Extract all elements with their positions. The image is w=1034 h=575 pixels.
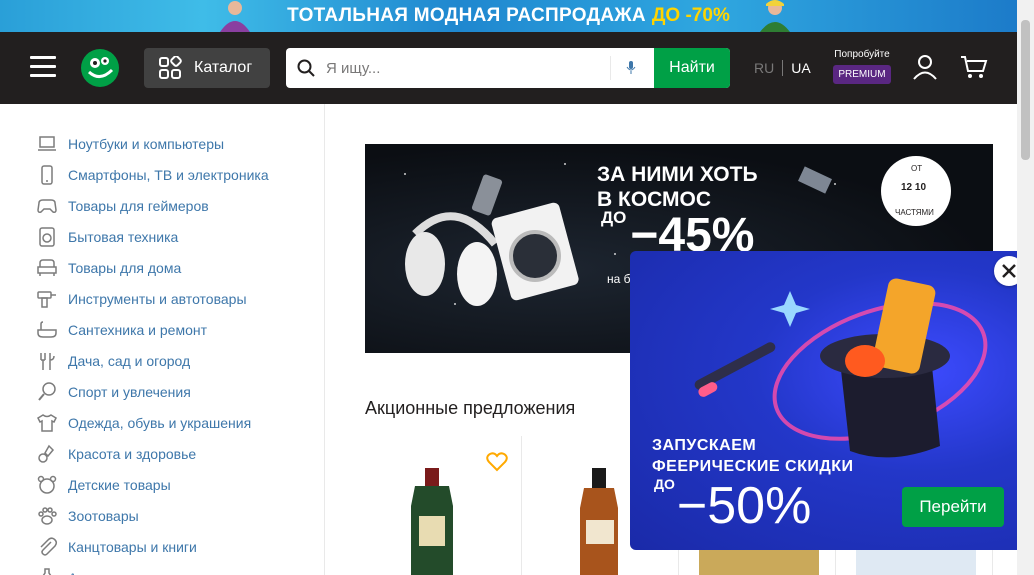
parts-numbers: 12 10 — [901, 182, 927, 193]
sidebar-category-label: Товары для дома — [68, 259, 182, 276]
sidebar-category-item[interactable]: Спорт и увлечения — [0, 376, 324, 407]
smartphone-icon — [41, 164, 53, 185]
sidebar-category-label: Ноутбуки и компьютеры — [68, 135, 225, 152]
header: Каталог Найти RU UA Попробуйте PREMIUM — [0, 32, 1017, 104]
close-icon — [1002, 264, 1016, 278]
popup-discount: ДО−50% — [654, 476, 811, 536]
gamepad-icon — [37, 198, 57, 213]
model-right-image — [760, 0, 790, 32]
sidebar-category-item[interactable]: Сантехника и ремонт — [0, 314, 324, 345]
catalog-label: Каталог — [194, 59, 253, 76]
sidebar-category-item[interactable]: Канцтовары и книги — [0, 531, 324, 562]
search-submit-button[interactable]: Найти — [654, 48, 730, 88]
rozetka-logo-icon[interactable] — [80, 48, 120, 88]
popup-discount-value: −50% — [676, 477, 812, 535]
hero-small-text: на б — [607, 272, 631, 286]
bear-icon — [37, 475, 57, 494]
racket-icon — [38, 381, 56, 401]
sidebar-category-label: Бытовая техника — [68, 228, 179, 245]
armchair-icon — [37, 258, 57, 276]
sidebar-category-item[interactable]: Товары для дома — [0, 252, 324, 283]
user-icon[interactable] — [912, 54, 938, 80]
drill-icon — [37, 290, 56, 308]
sidebar-category-item[interactable]: Дача, сад и огород — [0, 345, 324, 376]
tshirt-icon — [37, 413, 57, 432]
page-scrollbar[interactable] — [1017, 0, 1034, 575]
premium-try-text: Попробуйте — [834, 49, 890, 60]
sidebar-category-label: Одежда, обувь и украшения — [68, 414, 252, 431]
category-sidebar: Ноутбуки и компьютеры Смартфоны, ТВ и эле… — [0, 104, 325, 575]
promo-banner[interactable]: ТОТАЛЬНАЯ МОДНАЯ РАСПРОДАЖА ДО -70% — [0, 0, 1017, 32]
search-icon — [286, 59, 326, 77]
sidebar-category-label: Инструменты и автотовары — [68, 290, 247, 307]
sidebar-category-label: Дача, сад и огород — [68, 352, 191, 369]
lang-ru-link[interactable]: RU — [754, 60, 784, 76]
garden-fork-icon — [40, 352, 55, 370]
popup-go-button[interactable]: Перейти — [902, 487, 1004, 527]
popup-line1: ЗАПУСКАЕМ — [652, 437, 757, 454]
sidebar-category-label: Зоотовары — [68, 507, 139, 524]
microphone-icon[interactable] — [610, 56, 650, 80]
catalog-grid-icon — [159, 56, 182, 79]
parts-from: ОТ — [911, 164, 923, 173]
category-list: Ноутбуки и компьютеры Смартфоны, ТВ и эле… — [0, 104, 324, 575]
burger-line — [30, 74, 56, 77]
sidebar-category-label: Детские товары — [68, 476, 171, 493]
sidebar-category-item[interactable]: Детские товары — [0, 469, 324, 500]
paw-icon — [38, 506, 57, 525]
sidebar-category-item[interactable]: Одежда, обувь и украшения — [0, 407, 324, 438]
promo-accent: ДО -70% — [651, 5, 730, 26]
sidebar-category-item[interactable]: Алкогольные напитки и продукты — [0, 562, 324, 575]
burger-line — [30, 65, 56, 68]
premium-badge: PREMIUM — [833, 65, 891, 84]
sidebar-category-label: Алкогольные напитки и продукты — [68, 570, 284, 575]
sidebar-category-label: Смартфоны, ТВ и электроника — [68, 166, 269, 183]
menu-button[interactable] — [30, 56, 56, 78]
search-bar: Найти — [286, 48, 730, 88]
sidebar-category-label: Красота и здоровье — [68, 445, 197, 462]
sidebar-category-item[interactable]: Зоотовары — [0, 500, 324, 531]
laptop-icon — [38, 135, 56, 151]
popup-pre: ДО — [654, 476, 675, 492]
search-input[interactable] — [326, 48, 610, 88]
promo-text: ТОТАЛЬНАЯ МОДНАЯ РАСПРОДАЖА — [287, 5, 646, 26]
beauty-icon — [38, 444, 55, 463]
sidebar-category-item[interactable]: Смартфоны, ТВ и электроника — [0, 159, 324, 190]
bathtub-icon — [37, 320, 57, 338]
section-title: Акционные предложения — [365, 398, 576, 418]
popup-line2: ФЕЕРИЧЕСКИЕ СКИДКИ — [652, 458, 854, 475]
lang-ua-link[interactable]: UA — [783, 60, 810, 76]
promo-popup[interactable]: ЗАПУСКАЕМ ФЕЕРИЧЕСКИЕ СКИДКИ ДО−50% Пере… — [630, 251, 1017, 550]
parts-label: ЧАСТЯМИ — [895, 208, 934, 217]
parts-payment-badge: ОТ 12 10 ЧАСТЯМИ — [881, 156, 951, 226]
sidebar-category-label: Сантехника и ремонт — [68, 321, 208, 338]
hero-pre: ДО — [601, 208, 627, 227]
scrollbar-thumb[interactable] — [1021, 20, 1030, 160]
sidebar-category-item[interactable]: Бытовая техника — [0, 221, 324, 252]
bottle-icon — [42, 567, 52, 575]
sidebar-category-label: Товары для геймеров — [68, 197, 209, 214]
cart-icon[interactable] — [960, 54, 988, 80]
sidebar-category-item[interactable]: Товары для геймеров — [0, 190, 324, 221]
washing-machine-icon — [39, 226, 55, 247]
language-switcher: RU UA — [754, 60, 811, 76]
paperclip-icon — [40, 536, 58, 556]
hero-title-line1: ЗА НИМИ ХОТЬ — [597, 163, 758, 186]
premium-link[interactable]: Попробуйте PREMIUM — [832, 49, 892, 84]
sidebar-category-label: Спорт и увлечения — [68, 383, 191, 400]
hero-title: ЗА НИМИ ХОТЬ В КОСМОС — [597, 162, 758, 212]
sidebar-category-item[interactable]: Красота и здоровье — [0, 438, 324, 469]
sidebar-category-item[interactable]: Инструменты и автотовары — [0, 283, 324, 314]
sidebar-category-item[interactable]: Ноутбуки и компьютеры — [0, 128, 324, 159]
catalog-button[interactable]: Каталог — [144, 48, 270, 88]
favorite-heart-icon[interactable] — [486, 452, 508, 472]
burger-line — [30, 56, 56, 59]
model-left-image — [220, 1, 250, 32]
sidebar-category-label: Канцтовары и книги — [68, 538, 197, 555]
